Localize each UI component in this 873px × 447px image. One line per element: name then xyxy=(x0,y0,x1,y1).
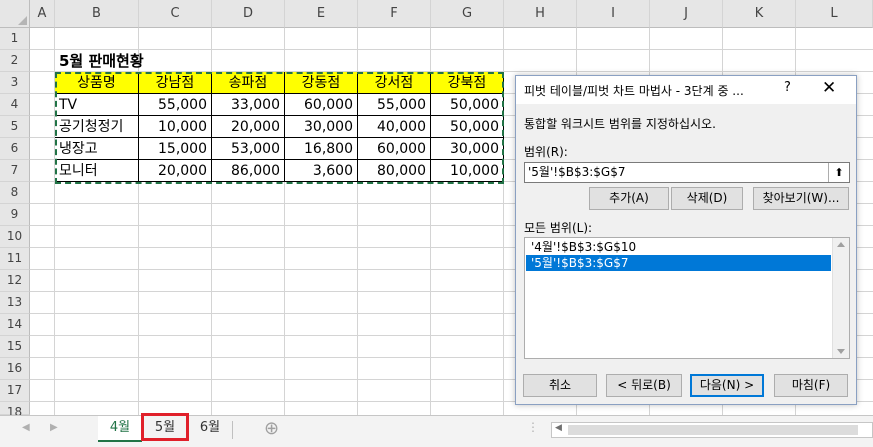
table-header-cell[interactable]: 송파점 xyxy=(212,72,285,94)
table-cell[interactable]: 10,000 xyxy=(139,116,212,138)
row-header-16[interactable]: 16 xyxy=(0,358,30,380)
table-cell[interactable]: 55,000 xyxy=(139,94,212,116)
row-header-9[interactable]: 9 xyxy=(0,204,30,226)
col-header-f[interactable]: F xyxy=(358,0,431,28)
col-header-e[interactable]: E xyxy=(285,0,358,28)
row-header-8[interactable]: 8 xyxy=(0,182,30,204)
row-header-15[interactable]: 15 xyxy=(0,336,30,358)
row-header-10[interactable]: 10 xyxy=(0,226,30,248)
finish-button[interactable]: 마침(F) xyxy=(774,374,848,397)
row-header-17[interactable]: 17 xyxy=(0,380,30,402)
table-cell[interactable]: 3,600 xyxy=(285,160,358,182)
row-header-3[interactable]: 3 xyxy=(0,72,30,94)
col-header-i[interactable]: I xyxy=(577,0,650,28)
all-ranges-label: 모든 범위(L): xyxy=(524,221,593,235)
pivot-wizard-dialog: 피벗 테이블/피벗 차트 마법사 - 3단계 중 ... ? ✕ 통합할 워크시… xyxy=(515,75,857,405)
row-header-13[interactable]: 13 xyxy=(0,292,30,314)
scroll-left-icon[interactable]: ◀ xyxy=(555,423,562,433)
range-input-value: '5월'!$B$3:$G$7 xyxy=(528,165,626,179)
col-header-a[interactable]: A xyxy=(30,0,55,28)
table-cell[interactable]: 60,000 xyxy=(358,138,431,160)
add-button[interactable]: 추가(A) xyxy=(589,187,669,210)
col-header-h[interactable]: H xyxy=(504,0,577,28)
table-cell[interactable]: 33,000 xyxy=(212,94,285,116)
collapse-dialog-icon[interactable]: ⬆ xyxy=(828,163,849,182)
row-header-6[interactable]: 6 xyxy=(0,138,30,160)
row-header-11[interactable]: 11 xyxy=(0,248,30,270)
tab-highlight-box xyxy=(141,413,189,441)
row-header-18[interactable]: 18 xyxy=(0,402,30,415)
sheet-tab-4월[interactable]: 4월 xyxy=(98,416,142,442)
horizontal-scrollbar[interactable]: ◀ xyxy=(551,422,873,438)
table-cell[interactable]: 15,000 xyxy=(139,138,212,160)
table-cell[interactable]: 40,000 xyxy=(358,116,431,138)
row-header-1[interactable]: 1 xyxy=(0,28,30,50)
tab-divider xyxy=(232,421,233,439)
table-cell[interactable]: 30,000 xyxy=(285,116,358,138)
row-header-12[interactable]: 12 xyxy=(0,270,30,292)
table-cell[interactable]: 86,000 xyxy=(212,160,285,182)
row-header-14[interactable]: 14 xyxy=(0,314,30,336)
table-header-cell[interactable]: 강서점 xyxy=(358,72,431,94)
table-cell[interactable]: 냉장고 xyxy=(55,138,139,160)
scroll-tabs-left-icon[interactable]: ◀ xyxy=(22,422,30,433)
table-cell[interactable]: 80,000 xyxy=(358,160,431,182)
table-cell[interactable]: 20,000 xyxy=(212,116,285,138)
sheet-tab-6월[interactable]: 6월 xyxy=(188,416,232,442)
dialog-titlebar[interactable]: 피벗 테이블/피벗 차트 마법사 - 3단계 중 ... ? ✕ xyxy=(516,76,856,104)
table-cell[interactable]: 20,000 xyxy=(139,160,212,182)
range-input[interactable]: '5월'!$B$3:$G$7 ⬆ xyxy=(524,162,850,183)
col-header-l[interactable]: L xyxy=(796,0,873,28)
table-cell[interactable]: 50,000 xyxy=(431,94,504,116)
back-button[interactable]: < 뒤로(B) xyxy=(606,374,682,397)
row-header-4[interactable]: 4 xyxy=(0,94,30,116)
sheet-title[interactable]: 5월 판매현황 xyxy=(55,50,255,72)
col-header-g[interactable]: G xyxy=(431,0,504,28)
list-item[interactable]: '4월'!$B$3:$G$10 xyxy=(526,239,831,255)
scroll-tabs-right-icon[interactable]: ▶ xyxy=(50,422,58,433)
scroll-down-icon[interactable] xyxy=(837,349,845,354)
tab-splitter-icon[interactable]: ⋮ xyxy=(527,420,539,434)
table-cell[interactable]: TV xyxy=(55,94,139,116)
table-cell[interactable]: 60,000 xyxy=(285,94,358,116)
table-header-cell[interactable]: 상품명 xyxy=(55,72,139,94)
range-label: 범위(R): xyxy=(524,145,568,159)
next-button[interactable]: 다음(N) > xyxy=(690,374,764,397)
table-cell[interactable]: 53,000 xyxy=(212,138,285,160)
scroll-thumb[interactable] xyxy=(568,425,858,435)
add-sheet-icon[interactable]: ⊕ xyxy=(264,418,279,439)
all-ranges-list[interactable]: '4월'!$B$3:$G$10 '5월'!$B$3:$G$7 xyxy=(524,237,850,359)
table-cell[interactable]: 55,000 xyxy=(358,94,431,116)
close-icon[interactable]: ✕ xyxy=(822,78,836,98)
table-cell[interactable]: 50,000 xyxy=(431,116,504,138)
scroll-up-icon[interactable] xyxy=(837,242,845,247)
help-icon[interactable]: ? xyxy=(784,80,791,95)
table-header-cell[interactable]: 강북점 xyxy=(431,72,504,94)
col-header-k[interactable]: K xyxy=(723,0,796,28)
col-header-b[interactable]: B xyxy=(55,0,139,28)
select-all-corner[interactable] xyxy=(0,0,30,28)
table-cell[interactable]: 모니터 xyxy=(55,160,139,182)
table-header-cell[interactable]: 강동점 xyxy=(285,72,358,94)
dialog-title: 피벗 테이블/피벗 차트 마법사 - 3단계 중 ... xyxy=(524,84,744,98)
dialog-instruction: 통합할 워크시트 범위를 지정하십시오. xyxy=(524,117,716,131)
row-header-7[interactable]: 7 xyxy=(0,160,30,182)
browse-button[interactable]: 찾아보기(W)... xyxy=(753,187,849,210)
table-cell[interactable]: 16,800 xyxy=(285,138,358,160)
col-header-j[interactable]: J xyxy=(650,0,723,28)
list-scrollbar[interactable] xyxy=(832,238,849,358)
row-header-2[interactable]: 2 xyxy=(0,50,30,72)
table-header-cell[interactable]: 강남점 xyxy=(139,72,212,94)
table-cell[interactable]: 10,000 xyxy=(431,160,504,182)
row-header-5[interactable]: 5 xyxy=(0,116,30,138)
col-header-d[interactable]: D xyxy=(212,0,285,28)
list-item-selected[interactable]: '5월'!$B$3:$G$7 xyxy=(526,255,831,271)
table-cell[interactable]: 30,000 xyxy=(431,138,504,160)
col-header-c[interactable]: C xyxy=(139,0,212,28)
cancel-button[interactable]: 취소 xyxy=(523,374,597,397)
table-cell[interactable]: 공기청정기 xyxy=(55,116,139,138)
delete-button[interactable]: 삭제(D) xyxy=(671,187,743,210)
